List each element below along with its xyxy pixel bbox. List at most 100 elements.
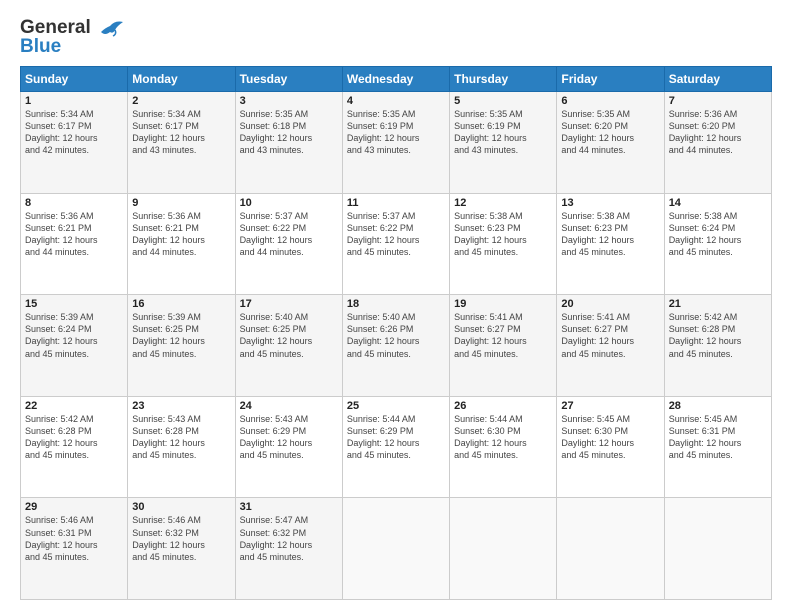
day-info: Sunrise: 5:35 AMSunset: 6:18 PMDaylight:…	[240, 108, 338, 157]
day-number: 4	[347, 95, 445, 107]
day-info: Sunrise: 5:41 AMSunset: 6:27 PMDaylight:…	[454, 311, 552, 360]
header-friday: Friday	[557, 67, 664, 92]
calendar-cell: 31Sunrise: 5:47 AMSunset: 6:32 PMDayligh…	[235, 498, 342, 600]
calendar-cell: 3Sunrise: 5:35 AMSunset: 6:18 PMDaylight…	[235, 92, 342, 194]
day-number: 18	[347, 298, 445, 310]
calendar-week-row: 8Sunrise: 5:36 AMSunset: 6:21 PMDaylight…	[21, 193, 772, 295]
day-info: Sunrise: 5:41 AMSunset: 6:27 PMDaylight:…	[561, 311, 659, 360]
page: General Blue Sunday Monday Tuesday We	[0, 0, 792, 612]
calendar-cell: 29Sunrise: 5:46 AMSunset: 6:31 PMDayligh…	[21, 498, 128, 600]
calendar-cell	[664, 498, 771, 600]
day-number: 7	[669, 95, 767, 107]
calendar-week-row: 15Sunrise: 5:39 AMSunset: 6:24 PMDayligh…	[21, 295, 772, 397]
calendar-cell: 2Sunrise: 5:34 AMSunset: 6:17 PMDaylight…	[128, 92, 235, 194]
logo-general: General	[20, 18, 91, 37]
day-info: Sunrise: 5:44 AMSunset: 6:29 PMDaylight:…	[347, 413, 445, 462]
day-info: Sunrise: 5:36 AMSunset: 6:21 PMDaylight:…	[25, 210, 123, 259]
calendar-cell: 25Sunrise: 5:44 AMSunset: 6:29 PMDayligh…	[342, 396, 449, 498]
day-info: Sunrise: 5:38 AMSunset: 6:24 PMDaylight:…	[669, 210, 767, 259]
day-info: Sunrise: 5:37 AMSunset: 6:22 PMDaylight:…	[347, 210, 445, 259]
day-info: Sunrise: 5:35 AMSunset: 6:19 PMDaylight:…	[454, 108, 552, 157]
calendar-cell: 22Sunrise: 5:42 AMSunset: 6:28 PMDayligh…	[21, 396, 128, 498]
day-number: 9	[132, 197, 230, 209]
calendar-cell: 11Sunrise: 5:37 AMSunset: 6:22 PMDayligh…	[342, 193, 449, 295]
day-number: 27	[561, 400, 659, 412]
day-info: Sunrise: 5:34 AMSunset: 6:17 PMDaylight:…	[25, 108, 123, 157]
day-number: 20	[561, 298, 659, 310]
day-number: 17	[240, 298, 338, 310]
day-info: Sunrise: 5:45 AMSunset: 6:30 PMDaylight:…	[561, 413, 659, 462]
day-number: 11	[347, 197, 445, 209]
header-thursday: Thursday	[450, 67, 557, 92]
day-number: 24	[240, 400, 338, 412]
calendar-cell: 16Sunrise: 5:39 AMSunset: 6:25 PMDayligh…	[128, 295, 235, 397]
calendar-cell: 28Sunrise: 5:45 AMSunset: 6:31 PMDayligh…	[664, 396, 771, 498]
weekday-header-row: Sunday Monday Tuesday Wednesday Thursday…	[21, 67, 772, 92]
day-info: Sunrise: 5:36 AMSunset: 6:20 PMDaylight:…	[669, 108, 767, 157]
day-info: Sunrise: 5:35 AMSunset: 6:19 PMDaylight:…	[347, 108, 445, 157]
day-info: Sunrise: 5:42 AMSunset: 6:28 PMDaylight:…	[25, 413, 123, 462]
calendar-cell: 1Sunrise: 5:34 AMSunset: 6:17 PMDaylight…	[21, 92, 128, 194]
calendar-cell: 7Sunrise: 5:36 AMSunset: 6:20 PMDaylight…	[664, 92, 771, 194]
calendar-cell: 26Sunrise: 5:44 AMSunset: 6:30 PMDayligh…	[450, 396, 557, 498]
day-number: 8	[25, 197, 123, 209]
day-info: Sunrise: 5:39 AMSunset: 6:24 PMDaylight:…	[25, 311, 123, 360]
header-tuesday: Tuesday	[235, 67, 342, 92]
calendar-cell	[450, 498, 557, 600]
day-number: 26	[454, 400, 552, 412]
calendar-cell: 13Sunrise: 5:38 AMSunset: 6:23 PMDayligh…	[557, 193, 664, 295]
day-info: Sunrise: 5:43 AMSunset: 6:28 PMDaylight:…	[132, 413, 230, 462]
calendar-week-row: 1Sunrise: 5:34 AMSunset: 6:17 PMDaylight…	[21, 92, 772, 194]
day-number: 2	[132, 95, 230, 107]
calendar-cell: 8Sunrise: 5:36 AMSunset: 6:21 PMDaylight…	[21, 193, 128, 295]
day-number: 29	[25, 501, 123, 513]
day-number: 1	[25, 95, 123, 107]
day-number: 25	[347, 400, 445, 412]
day-info: Sunrise: 5:37 AMSunset: 6:22 PMDaylight:…	[240, 210, 338, 259]
header-monday: Monday	[128, 67, 235, 92]
day-number: 19	[454, 298, 552, 310]
header-wednesday: Wednesday	[342, 67, 449, 92]
header-sunday: Sunday	[21, 67, 128, 92]
day-info: Sunrise: 5:40 AMSunset: 6:25 PMDaylight:…	[240, 311, 338, 360]
day-info: Sunrise: 5:46 AMSunset: 6:31 PMDaylight:…	[25, 514, 123, 563]
day-info: Sunrise: 5:46 AMSunset: 6:32 PMDaylight:…	[132, 514, 230, 563]
calendar: Sunday Monday Tuesday Wednesday Thursday…	[20, 66, 772, 600]
day-number: 15	[25, 298, 123, 310]
logo-blue: Blue	[20, 37, 91, 56]
calendar-cell: 24Sunrise: 5:43 AMSunset: 6:29 PMDayligh…	[235, 396, 342, 498]
day-number: 22	[25, 400, 123, 412]
day-number: 3	[240, 95, 338, 107]
calendar-cell: 4Sunrise: 5:35 AMSunset: 6:19 PMDaylight…	[342, 92, 449, 194]
calendar-cell: 12Sunrise: 5:38 AMSunset: 6:23 PMDayligh…	[450, 193, 557, 295]
day-number: 23	[132, 400, 230, 412]
calendar-table: Sunday Monday Tuesday Wednesday Thursday…	[20, 66, 772, 600]
calendar-cell: 9Sunrise: 5:36 AMSunset: 6:21 PMDaylight…	[128, 193, 235, 295]
day-info: Sunrise: 5:34 AMSunset: 6:17 PMDaylight:…	[132, 108, 230, 157]
day-info: Sunrise: 5:39 AMSunset: 6:25 PMDaylight:…	[132, 311, 230, 360]
day-info: Sunrise: 5:45 AMSunset: 6:31 PMDaylight:…	[669, 413, 767, 462]
calendar-cell: 14Sunrise: 5:38 AMSunset: 6:24 PMDayligh…	[664, 193, 771, 295]
day-info: Sunrise: 5:42 AMSunset: 6:28 PMDaylight:…	[669, 311, 767, 360]
calendar-week-row: 29Sunrise: 5:46 AMSunset: 6:31 PMDayligh…	[21, 498, 772, 600]
day-info: Sunrise: 5:38 AMSunset: 6:23 PMDaylight:…	[454, 210, 552, 259]
calendar-week-row: 22Sunrise: 5:42 AMSunset: 6:28 PMDayligh…	[21, 396, 772, 498]
calendar-cell	[342, 498, 449, 600]
day-info: Sunrise: 5:36 AMSunset: 6:21 PMDaylight:…	[132, 210, 230, 259]
calendar-cell: 6Sunrise: 5:35 AMSunset: 6:20 PMDaylight…	[557, 92, 664, 194]
header: General Blue	[20, 18, 772, 56]
calendar-cell: 19Sunrise: 5:41 AMSunset: 6:27 PMDayligh…	[450, 295, 557, 397]
day-info: Sunrise: 5:38 AMSunset: 6:23 PMDaylight:…	[561, 210, 659, 259]
calendar-cell	[557, 498, 664, 600]
day-info: Sunrise: 5:47 AMSunset: 6:32 PMDaylight:…	[240, 514, 338, 563]
day-info: Sunrise: 5:44 AMSunset: 6:30 PMDaylight:…	[454, 413, 552, 462]
day-number: 30	[132, 501, 230, 513]
day-number: 21	[669, 298, 767, 310]
day-number: 5	[454, 95, 552, 107]
calendar-cell: 10Sunrise: 5:37 AMSunset: 6:22 PMDayligh…	[235, 193, 342, 295]
logo: General Blue	[20, 18, 125, 56]
calendar-cell: 30Sunrise: 5:46 AMSunset: 6:32 PMDayligh…	[128, 498, 235, 600]
calendar-cell: 5Sunrise: 5:35 AMSunset: 6:19 PMDaylight…	[450, 92, 557, 194]
day-number: 10	[240, 197, 338, 209]
day-info: Sunrise: 5:43 AMSunset: 6:29 PMDaylight:…	[240, 413, 338, 462]
